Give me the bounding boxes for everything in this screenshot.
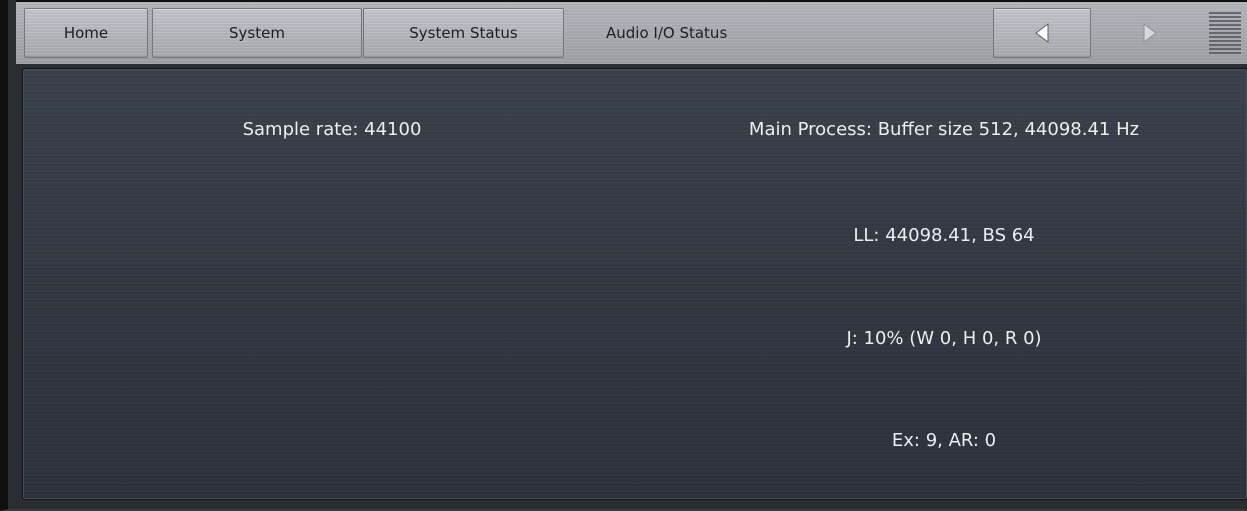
- ll-text: LL: 44098.41, BS 64: [853, 225, 1035, 246]
- system-button[interactable]: System: [152, 8, 362, 58]
- top-toolbar: Home System System Status Audio I/O Stat…: [16, 0, 1247, 64]
- menu-button[interactable]: [1205, 8, 1245, 58]
- triangle-right-icon: [1143, 23, 1157, 43]
- home-button[interactable]: Home: [24, 8, 148, 58]
- system-status-button-label: System Status: [409, 24, 518, 42]
- system-status-button[interactable]: System Status: [363, 8, 564, 58]
- app-window: Home System System Status Audio I/O Stat…: [0, 0, 1247, 511]
- main-process-text: Main Process: Buffer size 512, 44098.41 …: [748, 119, 1140, 140]
- triangle-left-icon: [1035, 23, 1049, 43]
- system-button-label: System: [229, 24, 285, 42]
- forward-button[interactable]: [1100, 8, 1200, 58]
- audio-io-status-panel: Sample rate: 44100 Main Process: Buffer …: [22, 68, 1247, 500]
- menu-lines-icon: [1209, 12, 1241, 54]
- sample-rate-text: Sample rate: 44100: [242, 119, 422, 140]
- home-button-label: Home: [63, 24, 109, 42]
- back-button[interactable]: [993, 8, 1091, 58]
- ex-text: Ex: 9, AR: 0: [891, 430, 997, 451]
- j-text: J: 10% (W 0, H 0, R 0): [846, 328, 1042, 349]
- current-page-title: Audio I/O Status: [606, 24, 728, 42]
